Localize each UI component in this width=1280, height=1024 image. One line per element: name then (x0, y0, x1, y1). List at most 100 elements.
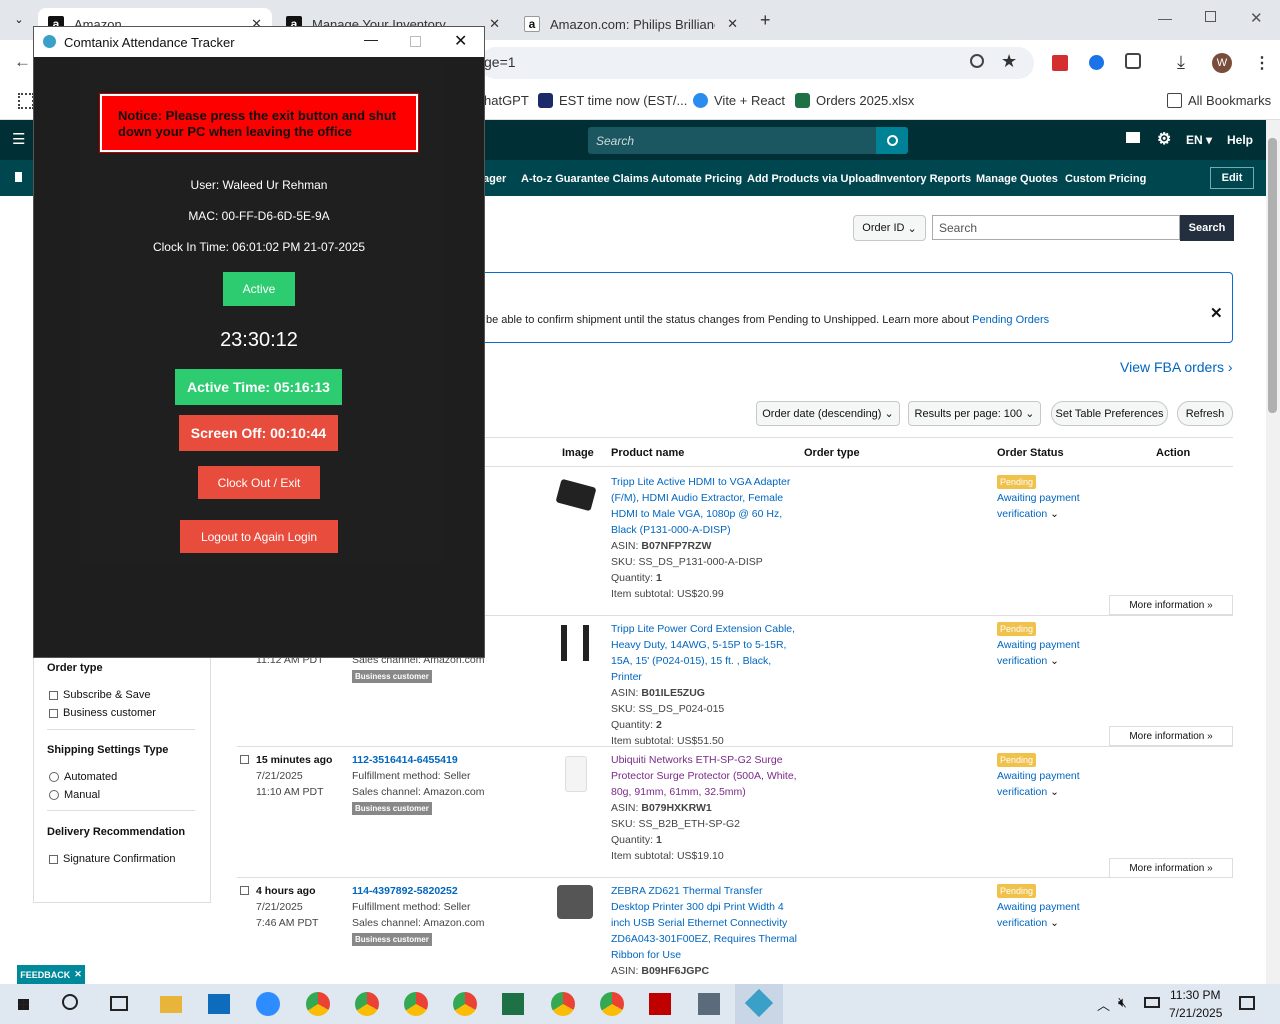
file-explorer-icon[interactable] (160, 996, 182, 1013)
profile-avatar[interactable]: W (1212, 53, 1232, 73)
windows-start-icon[interactable] (15, 996, 32, 1013)
close-tab-icon[interactable]: ✕ (727, 16, 738, 32)
manual-radio[interactable]: Manual (49, 789, 100, 801)
download-icon[interactable]: ⤓ (1177, 52, 1185, 73)
chrome-profile-icon[interactable] (355, 992, 379, 1016)
feedback-button[interactable]: FEEDBACK ✕ (17, 965, 85, 984)
zoom-icon[interactable] (970, 54, 984, 68)
nav-item-add-products[interactable]: Add Products via Upload (747, 173, 878, 185)
product-name-link[interactable]: Ubiquiti Networks ETH-SP-G2 Surge Protec… (611, 752, 801, 800)
notification-center-icon[interactable] (1239, 996, 1255, 1010)
attendance-tracker-task-icon[interactable] (735, 984, 783, 1024)
nav-item-automate-pricing[interactable]: Automate Pricing (651, 173, 742, 185)
url-input[interactable]: ge=1 (480, 47, 1034, 79)
close-notice-icon[interactable]: ✕ (1210, 304, 1223, 322)
clock-out-exit-button[interactable]: Clock Out / Exit (198, 466, 320, 499)
chrome-profile-icon[interactable] (453, 992, 477, 1016)
filezilla-icon[interactable] (649, 993, 671, 1015)
scrollbar-thumb[interactable] (1268, 138, 1277, 413)
calculator-icon[interactable] (698, 993, 720, 1015)
subscribe-save-checkbox[interactable]: Subscribe & Save (49, 689, 150, 701)
taskbar-time[interactable]: 11:30 PM (1170, 988, 1220, 1002)
tab-philips[interactable]: a Amazon.com: Philips Brilliance : ✕ (514, 8, 748, 40)
order-search-button[interactable]: Search (1180, 215, 1234, 241)
bookmark-chatgpt[interactable]: hatGPT (484, 93, 529, 108)
chrome-profile-icon[interactable] (404, 992, 428, 1016)
order-id-link[interactable]: 112-3516414-6455419 (352, 752, 485, 768)
results-per-page-select[interactable]: Results per page: 100 ⌄ (908, 401, 1041, 426)
extension-icon[interactable] (1089, 55, 1104, 70)
checkbox-box[interactable] (49, 708, 58, 718)
tab-search-button[interactable]: ⌄ (8, 10, 30, 30)
bookmark-est-time[interactable]: EST time now (EST/... (538, 93, 687, 108)
search-icon[interactable] (62, 994, 78, 1010)
chrome-profile-icon[interactable] (306, 992, 330, 1016)
puzzle-extensions-icon[interactable] (1125, 53, 1141, 69)
row-select-checkbox[interactable] (240, 886, 249, 895)
row-select-checkbox[interactable] (240, 755, 249, 764)
taskbar-date[interactable]: 7/21/2025 (1169, 1006, 1222, 1020)
page-scrollbar[interactable] (1266, 120, 1280, 984)
close-window-icon[interactable]: ✕ (1250, 9, 1263, 27)
minimize-icon[interactable]: — (364, 31, 378, 47)
bookmark-vite-react[interactable]: Vite + React (693, 93, 785, 108)
task-view-icon[interactable] (110, 996, 128, 1011)
awaiting-payment-link[interactable]: Awaiting payment verification ⌄ (997, 490, 1092, 522)
view-fba-orders-link[interactable]: View FBA orders › (1120, 359, 1233, 375)
more-information-button[interactable]: More information » (1109, 858, 1233, 878)
product-name-link[interactable]: Tripp Lite Active HDMI to VGA Adapter (F… (611, 474, 801, 538)
search-button[interactable] (876, 127, 908, 154)
signature-confirmation-checkbox[interactable]: Signature Confirmation (49, 853, 176, 865)
back-arrow-icon[interactable]: ← (14, 52, 31, 72)
radio-circle[interactable] (49, 790, 59, 800)
amazon-search-input[interactable]: Search (588, 127, 876, 154)
help-link[interactable]: Help (1227, 133, 1253, 147)
zoom-app-icon[interactable] (256, 992, 280, 1016)
checkbox-box[interactable] (49, 690, 58, 700)
close-tab-icon[interactable]: ✕ (489, 16, 500, 32)
product-name-link[interactable]: Tripp Lite Power Cord Extension Cable, H… (611, 621, 801, 685)
chrome-profile-icon[interactable] (600, 992, 624, 1016)
nav-item-atoz[interactable]: A-to-z Guarantee Claims (521, 173, 649, 185)
bookmark-all[interactable]: All Bookmarks (1167, 93, 1271, 108)
language-select[interactable]: EN ▾ (1186, 133, 1212, 147)
apps-grid-icon[interactable] (18, 93, 34, 109)
order-id-select[interactable]: Order ID ⌄ (853, 215, 926, 241)
mail-icon[interactable] (1126, 132, 1140, 143)
set-table-preferences-button[interactable]: Set Table Preferences (1051, 401, 1168, 426)
settings-gear-icon[interactable]: ⚙ (1157, 129, 1171, 149)
automated-radio[interactable]: Automated (49, 771, 117, 783)
awaiting-payment-link[interactable]: Awaiting payment verification ⌄ (997, 768, 1092, 800)
nav-item-manage-quotes[interactable]: Manage Quotes (976, 173, 1058, 185)
radio-circle[interactable] (49, 772, 59, 782)
bookmark-ribbon-icon[interactable] (15, 172, 22, 182)
product-name-link[interactable]: ZEBRA ZD621 Thermal Transfer Desktop Pri… (611, 883, 801, 963)
sort-select[interactable]: Order date (descending) ⌄ (756, 401, 900, 426)
nav-item-manager[interactable]: ager (483, 173, 506, 185)
bookmark-orders-xlsx[interactable]: Orders 2025.xlsx (795, 93, 914, 108)
pending-orders-link[interactable]: Pending Orders (972, 314, 1049, 326)
excel-icon[interactable] (502, 993, 524, 1015)
close-icon[interactable]: ✕ (74, 969, 82, 980)
hamburger-menu-icon[interactable]: ☰ (12, 132, 25, 147)
logout-login-button[interactable]: Logout to Again Login (180, 520, 338, 553)
close-icon[interactable]: ✕ (454, 31, 467, 51)
chrome-profile-icon[interactable] (551, 992, 575, 1016)
new-tab-icon[interactable]: + (760, 10, 771, 31)
pdf-extension-icon[interactable] (1052, 55, 1068, 71)
minimize-window-icon[interactable]: — (1158, 10, 1172, 26)
order-search-input[interactable]: Search (932, 215, 1180, 240)
awaiting-payment-link[interactable]: Awaiting payment verification ⌄ (997, 899, 1092, 931)
bookmark-star-icon[interactable]: ★ (1001, 51, 1017, 72)
show-hidden-icons-chevron-icon[interactable]: ︿ (1097, 995, 1110, 1014)
checkbox-box[interactable] (49, 854, 58, 864)
more-information-button[interactable]: More information » (1109, 726, 1233, 746)
nav-item-custom-pricing[interactable]: Custom Pricing (1065, 173, 1146, 185)
edit-nav-button[interactable]: Edit (1210, 167, 1254, 189)
order-id-link[interactable]: 114-4397892-5820252 (352, 883, 485, 899)
awaiting-payment-link[interactable]: Awaiting payment verification ⌄ (997, 637, 1092, 669)
nav-item-inventory-reports[interactable]: Inventory Reports (877, 173, 971, 185)
more-information-button[interactable]: More information » (1109, 595, 1233, 615)
refresh-button[interactable]: Refresh (1177, 401, 1233, 426)
business-customer-checkbox[interactable]: Business customer (49, 707, 156, 719)
